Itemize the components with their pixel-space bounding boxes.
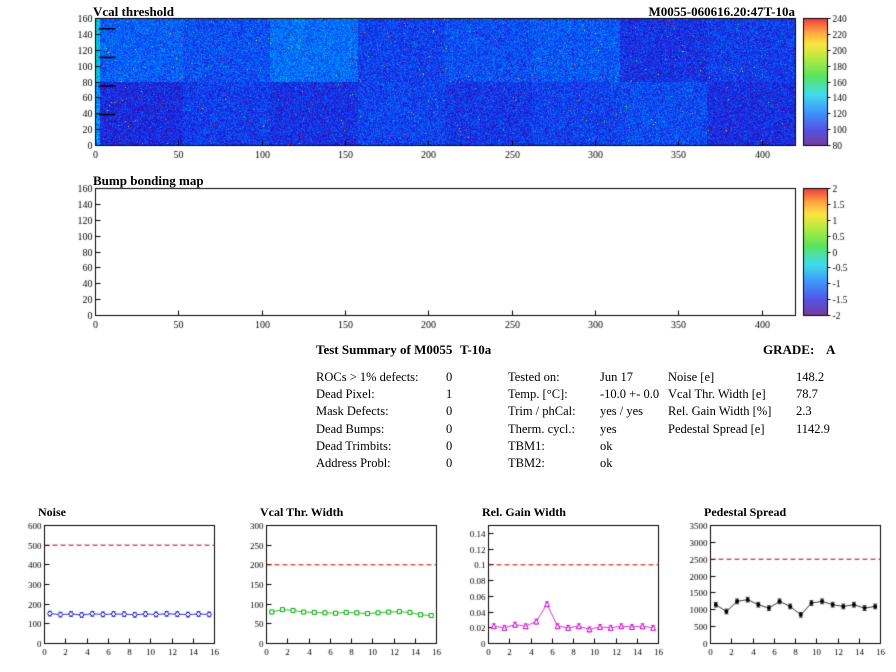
summary-row: TBM1: ok <box>508 438 678 455</box>
pedestal-panel: Pedestal Spread <box>676 505 888 670</box>
noise-title: Noise <box>38 505 66 519</box>
grade-label: GRADE: <box>763 342 815 357</box>
vcal-threshold-figure: Vcal threshold M0055-060616.20:47T-10a <box>0 0 896 172</box>
summary-label: Tested on: <box>508 370 560 384</box>
pedestal-plot <box>676 519 888 667</box>
summary-label: Dead Pixel: <box>316 387 375 402</box>
summary-value: 1142.9 <box>796 421 830 436</box>
conditions-column: Tested on: Jun 17 Temp. [°C]: -10.0 +- 0.0… <box>508 369 678 472</box>
summary-label: TBM2: <box>508 456 545 471</box>
summary-value: ok <box>600 456 613 471</box>
summary-row: Address Probl: 0 <box>316 455 516 472</box>
summary-value: 78.7 <box>796 387 818 402</box>
vcal-width-panel: Vcal Thr. Width <box>232 505 444 670</box>
summary-value: yes <box>600 421 617 436</box>
summary-label: TBM1: <box>508 438 545 453</box>
summary-temp-label: T-10a <box>460 342 492 357</box>
summary-value: -10.0 +- 0.0 <box>600 387 660 402</box>
summary-label: Therm. cycl.: <box>508 421 575 436</box>
summary-label: Vcal Thr. Width [e] <box>668 387 766 402</box>
summary-row: Temp. [°C]: -10.0 +- 0.0 <box>508 386 678 403</box>
gain-width-panel: Rel. Gain Width <box>454 505 666 670</box>
summary-label: Mask Defects: <box>316 404 389 419</box>
summary-value: 1 <box>446 387 453 402</box>
summary-value: 0 <box>446 421 453 436</box>
summary-value: 0 <box>446 438 453 453</box>
vcal-threshold-heatmap <box>40 12 860 167</box>
summary-value: ok <box>600 438 613 453</box>
summary-row: Dead Bumps: 0 <box>316 421 516 438</box>
summary-row: Dead Trimbits: 0 <box>316 438 516 455</box>
bump-bonding-figure: Bump bonding map <box>0 170 896 342</box>
gain-width-title: Rel. Gain Width <box>482 505 566 519</box>
summary-value: yes / yes <box>600 404 644 419</box>
summary-row: Dead Pixel: 1 <box>316 386 516 403</box>
summary-row: Trim / phCal: yes / yes <box>508 403 678 420</box>
summary-row: Pedestal Spread [e] 1142.9 <box>668 421 868 438</box>
summary-row: Noise [e] 148.2 <box>668 369 868 386</box>
summary-value: 0 <box>446 370 453 384</box>
summary-label: ROCs > 1% defects: <box>316 370 419 384</box>
noise-panel: Noise <box>10 505 222 670</box>
grade-value: A <box>826 342 836 357</box>
summary-row: Tested on: Jun 17 <box>508 369 678 386</box>
summary-value: Jun 17 <box>600 370 633 384</box>
summary-value: 2.3 <box>796 404 812 419</box>
results-column: Noise [e] 148.2 Vcal Thr. Width [e] 78.7 R… <box>668 369 868 438</box>
summary-row: TBM2: ok <box>508 455 678 472</box>
summary-label: Dead Bumps: <box>316 421 385 436</box>
vcal-width-title: Vcal Thr. Width <box>260 505 344 519</box>
summary-row: Mask Defects: 0 <box>316 403 516 420</box>
gain-width-plot <box>454 519 666 667</box>
summary-row: Vcal Thr. Width [e] 78.7 <box>668 386 868 403</box>
summary-row: Rel. Gain Width [%] 2.3 <box>668 403 868 420</box>
summary-row: Therm. cycl.: yes <box>508 421 678 438</box>
summary-label: Noise [e] <box>668 370 715 384</box>
summary-value: 0 <box>446 404 453 419</box>
summary-label: Temp. [°C]: <box>508 387 568 402</box>
defects-column: ROCs > 1% defects: 0 Dead Pixel: 1 Mask De… <box>316 369 516 472</box>
summary-label: Dead Trimbits: <box>316 438 392 453</box>
pedestal-title: Pedestal Spread <box>704 505 787 519</box>
bump-bonding-map <box>40 182 860 337</box>
summary-row: ROCs > 1% defects: 0 <box>316 369 516 386</box>
summary-value: 0 <box>446 456 453 471</box>
noise-plot <box>10 519 222 667</box>
summary-label: Rel. Gain Width [%] <box>668 404 772 419</box>
summary-label: Trim / phCal: <box>508 404 576 419</box>
summary-label: Pedestal Spread [e] <box>668 421 765 436</box>
summary-value: 148.2 <box>796 370 825 384</box>
vcal-width-plot <box>232 519 444 667</box>
test-summary: Test Summary of M0055 T-10a GRADE: A ROC… <box>300 342 880 472</box>
summary-title: Test Summary of M0055 <box>316 342 453 357</box>
summary-label: Address Probl: <box>316 456 391 471</box>
